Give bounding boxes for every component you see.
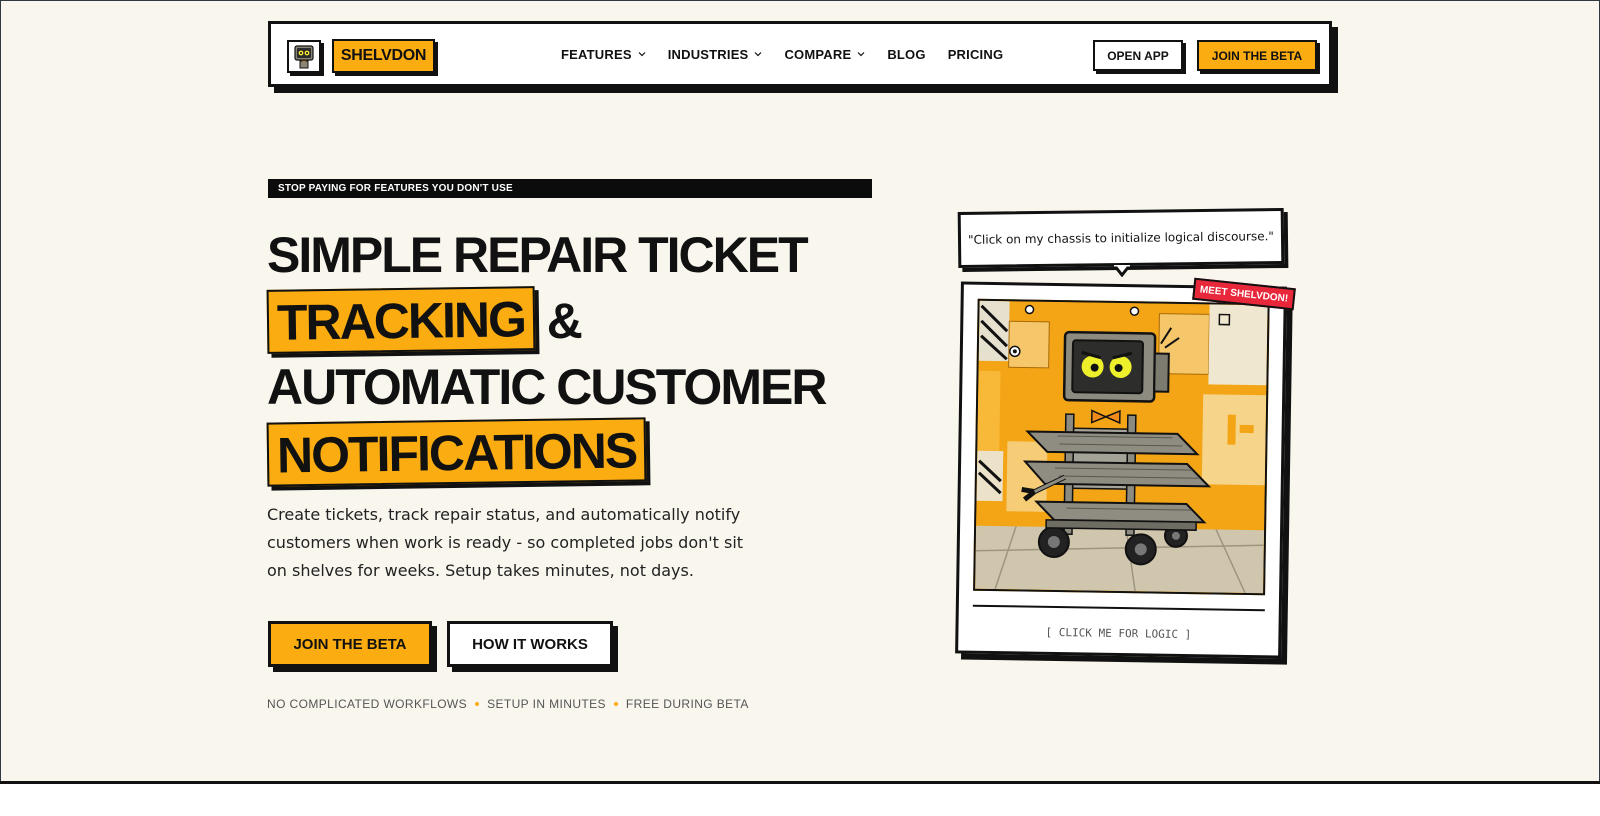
bullet-dot-icon (613, 702, 618, 706)
menu-item-compare[interactable]: COMPARE (784, 47, 865, 62)
ampersand: & (546, 293, 583, 349)
chevron-down-icon (857, 52, 865, 57)
join-beta-button[interactable]: JOIN THE BETA (268, 621, 432, 667)
menu-item-features[interactable]: FEATURES (561, 47, 646, 62)
highlight-notifications: NOTIFICATIONS (266, 417, 647, 487)
menu-item-label: FEATURES (561, 46, 632, 62)
main-menu: FEATURES INDUSTRIES COMPARE BLOG PRICING (561, 24, 1003, 84)
mascot-illustration[interactable] (973, 298, 1270, 596)
open-app-button[interactable]: OPEN APP (1093, 40, 1183, 71)
headline-line-1: SIMPLE REPAIR TICKET (267, 227, 809, 283)
highlight-tracking: TRACKING (266, 286, 536, 354)
eyebrow-banner: STOP PAYING FOR FEATURES YOU DON'T USE (268, 179, 872, 198)
headline-line-4: NOTIFICATIONS (266, 417, 867, 487)
menu-item-label: PRICING (947, 46, 1004, 62)
perks-list: NO COMPLICATED WORKFLOWS SETUP IN MINUTE… (267, 697, 749, 711)
chevron-down-icon (638, 52, 646, 57)
polaroid-caption[interactable]: [ CLICK ME FOR LOGIC ] (958, 624, 1278, 642)
robot-cart-illustration (975, 300, 1268, 594)
menu-item-blog[interactable]: BLOG (887, 47, 925, 62)
menu-item-label: INDUSTRIES (667, 46, 749, 62)
perk-item: SETUP IN MINUTES (487, 697, 606, 711)
hero-description: Create tickets, track repair status, and… (267, 505, 744, 580)
bullet-dot-icon (475, 702, 480, 706)
perk-item: FREE DURING BETA (625, 697, 749, 711)
chevron-down-icon (755, 52, 762, 57)
speech-bubble: "Click on my chassis to initialize logic… (957, 208, 1285, 268)
mascot-polaroid[interactable]: [ CLICK ME FOR LOGIC ] (955, 281, 1287, 659)
divider (972, 604, 1265, 612)
next-section-edge (0, 784, 1600, 816)
how-it-works-button[interactable]: HOW IT WORKS (447, 621, 613, 667)
speech-tail-icon (1114, 265, 1130, 277)
perk-item: NO COMPLICATED WORKFLOWS (267, 697, 468, 711)
headline-line-3: AUTOMATIC CUSTOMER (267, 359, 827, 415)
menu-item-industries[interactable]: INDUSTRIES (668, 47, 763, 62)
brand-wordmark[interactable]: SHELVDON (332, 39, 435, 73)
join-beta-nav-button[interactable]: JOIN THE BETA (1197, 40, 1317, 71)
menu-item-label: BLOG (887, 46, 926, 62)
menu-item-label: COMPARE (784, 46, 852, 62)
hero-headline: SIMPLE REPAIR TICKET TRACKING & AUTOMATI… (266, 222, 867, 487)
headline-line-2: TRACKING & (266, 286, 867, 354)
robot-logo-icon[interactable] (287, 40, 321, 73)
top-navigation: SHELVDON FEATURES INDUSTRIES COMPARE BLO… (268, 21, 1332, 87)
menu-item-pricing[interactable]: PRICING (948, 47, 1004, 62)
